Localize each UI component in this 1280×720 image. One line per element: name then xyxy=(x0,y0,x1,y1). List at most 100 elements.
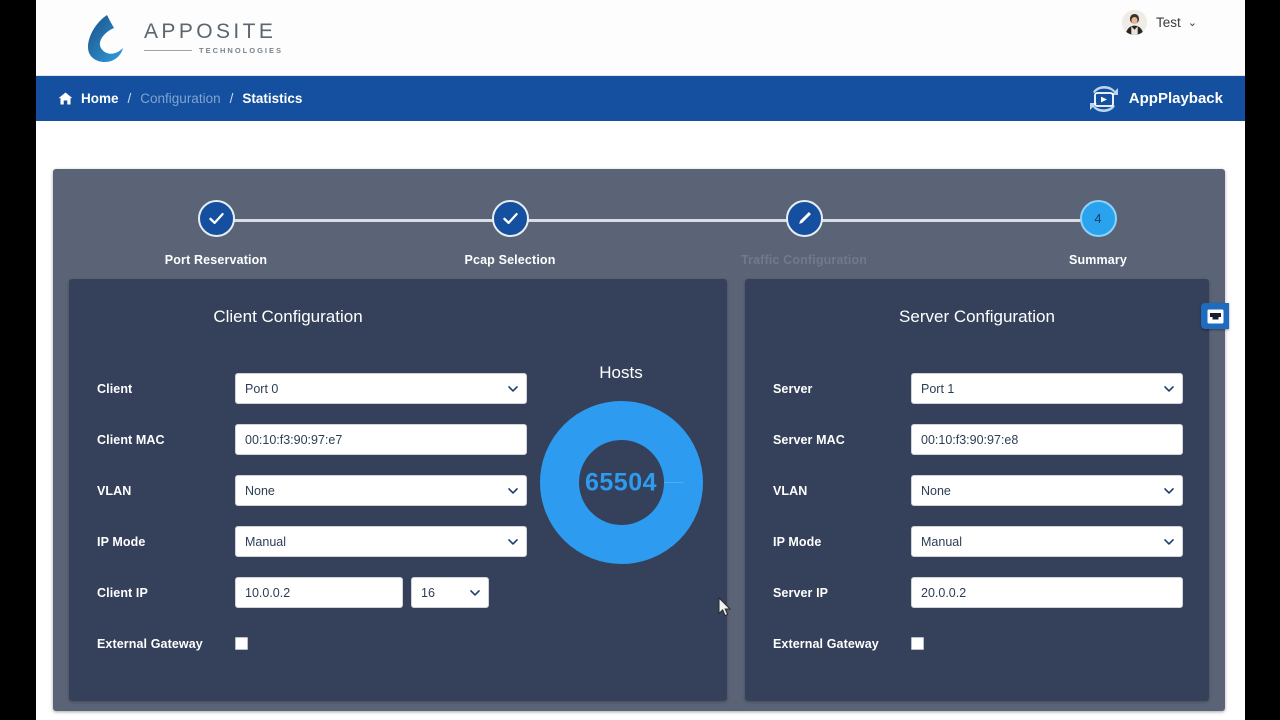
client-mac-label: Client MAC xyxy=(97,432,165,447)
step-1-label: Port Reservation xyxy=(164,253,268,267)
client-port-control xyxy=(235,373,527,404)
client-vlan-control xyxy=(235,475,527,506)
client-ipmode-row: IP Mode xyxy=(97,516,527,567)
client-vlan-select[interactable] xyxy=(235,475,527,506)
server-card-title: Server Configuration xyxy=(899,307,1055,326)
server-gateway-control xyxy=(911,637,1183,650)
network-port-icon xyxy=(1207,309,1223,323)
client-vlan-row: VLAN xyxy=(97,465,527,516)
client-port-row: Client xyxy=(97,363,527,414)
breadcrumb-separator-1: / xyxy=(127,91,132,106)
check-icon xyxy=(208,212,224,225)
server-configuration-card: Server Configuration Server Port 1 Serve… xyxy=(745,279,1209,701)
server-gateway-row: External Gateway xyxy=(773,618,1183,669)
server-ip-input[interactable] xyxy=(911,577,1183,608)
side-tab-toggle[interactable] xyxy=(1201,303,1229,329)
client-mac-control xyxy=(235,424,527,455)
client-ip-mask-select[interactable] xyxy=(411,577,489,608)
brand-tagline: TECHNOLOGIES xyxy=(199,46,284,56)
client-ipmode-select-wrap xyxy=(235,526,527,557)
server-vlan-row: VLAN xyxy=(773,465,1183,516)
server-port-row: Server xyxy=(773,363,1183,414)
client-vlan-select-wrap xyxy=(235,475,527,506)
client-mac-input[interactable] xyxy=(235,424,527,455)
client-ip-control xyxy=(235,577,527,608)
step-4-label: Summary xyxy=(1068,253,1128,267)
brand-name: APPOSITE xyxy=(144,19,277,43)
server-ipmode-select-wrap xyxy=(911,526,1183,557)
server-vlan-control xyxy=(911,475,1183,506)
configuration-cards: Client Configuration Client Port 0 Clien… xyxy=(53,279,1225,701)
user-menu[interactable]: Test ⌄ xyxy=(1122,10,1197,35)
app-header: APPOSITE TECHNOLOGIES Test ⌄ xyxy=(36,0,1245,76)
step-port-reservation[interactable]: Port Reservation xyxy=(121,183,311,267)
server-port-control xyxy=(911,373,1183,404)
browser-viewport: APPOSITE TECHNOLOGIES Test ⌄ Home / Conf… xyxy=(36,0,1245,720)
server-ipmode-label: IP Mode xyxy=(773,534,822,549)
wizard-stepper: Port Reservation Pcap Selection Traffic … xyxy=(53,183,1225,273)
breadcrumb-item-configuration[interactable]: Configuration xyxy=(140,91,220,106)
client-mac-row: Client MAC xyxy=(97,414,527,465)
server-ip-label: Server IP xyxy=(773,585,829,600)
server-ip-control xyxy=(911,577,1183,608)
pencil-icon xyxy=(798,212,811,224)
client-gateway-row: External Gateway xyxy=(97,618,527,669)
client-ip-mask-wrap xyxy=(411,577,489,608)
client-ip-input[interactable] xyxy=(235,577,403,608)
breadcrumb: Home / Configuration / Statistics xyxy=(58,76,302,121)
server-port-select-wrap xyxy=(911,373,1183,404)
server-port-select[interactable] xyxy=(911,373,1183,404)
server-external-gateway-checkbox[interactable] xyxy=(911,637,924,650)
client-ip-row: Client IP xyxy=(97,567,527,618)
client-ipmode-select[interactable] xyxy=(235,526,527,557)
server-gateway-label: External Gateway xyxy=(773,636,879,651)
client-configuration-card: Client Configuration Client Port 0 Clien… xyxy=(69,279,727,701)
step-3-label: Traffic Configuration xyxy=(740,253,868,267)
client-gateway-control xyxy=(235,637,527,650)
wizard-panel: Port Reservation Pcap Selection Traffic … xyxy=(53,169,1229,711)
chevron-down-icon: ⌄ xyxy=(1187,17,1197,29)
server-ipmode-select[interactable] xyxy=(911,526,1183,557)
apposite-swoosh-logo-icon xyxy=(88,15,123,62)
step-pcap-selection[interactable]: Pcap Selection xyxy=(415,183,605,267)
breadcrumb-bar: Home / Configuration / Statistics AppPla… xyxy=(36,76,1245,121)
breadcrumb-separator-2: / xyxy=(229,91,234,106)
server-port-label: Server xyxy=(773,381,813,396)
brand-tagline-row: TECHNOLOGIES xyxy=(144,46,283,55)
stepper-connector-line xyxy=(216,219,1116,222)
server-ip-row: Server IP xyxy=(773,567,1183,618)
client-ip-label: Client IP xyxy=(97,585,148,600)
app-playback-icon xyxy=(1089,85,1118,112)
home-icon[interactable] xyxy=(58,92,73,105)
client-port-label: Client xyxy=(97,381,133,396)
step-2-circle[interactable] xyxy=(491,200,529,237)
server-mac-label: Server MAC xyxy=(773,432,845,447)
hosts-title: Hosts xyxy=(599,363,643,382)
server-mac-input[interactable] xyxy=(911,424,1183,455)
client-port-select[interactable] xyxy=(235,373,527,404)
app-playback-brand[interactable]: AppPlayback xyxy=(1085,76,1223,121)
step-1-circle[interactable] xyxy=(197,200,235,237)
hosts-value: 65504 xyxy=(584,468,658,496)
client-form: Client Client MAC xyxy=(97,363,527,669)
brand-rule xyxy=(144,50,192,52)
step-3-circle[interactable] xyxy=(785,200,823,237)
server-mac-control xyxy=(911,424,1183,455)
step-summary[interactable]: 4 Summary xyxy=(1003,183,1193,267)
breadcrumb-item-statistics[interactable]: Statistics xyxy=(242,91,302,106)
step-traffic-configuration[interactable]: Traffic Configuration xyxy=(709,183,899,267)
hosts-donut-chart: 65504 xyxy=(539,401,703,564)
check-icon xyxy=(502,212,518,225)
server-form: Server Server MAC xyxy=(773,363,1183,669)
client-external-gateway-checkbox[interactable] xyxy=(235,637,248,650)
server-ipmode-control xyxy=(911,526,1183,557)
step-4-circle[interactable]: 4 xyxy=(1079,200,1117,237)
server-vlan-select[interactable] xyxy=(911,475,1183,506)
server-vlan-label: VLAN xyxy=(773,483,808,498)
breadcrumb-item-home[interactable]: Home xyxy=(81,91,119,106)
user-name-label: Test xyxy=(1156,15,1181,30)
server-ipmode-row: IP Mode xyxy=(773,516,1183,567)
brand-logo[interactable]: APPOSITE TECHNOLOGIES xyxy=(85,13,283,63)
step-2-label: Pcap Selection xyxy=(464,253,556,267)
app-playback-label: AppPlayback xyxy=(1128,90,1223,107)
